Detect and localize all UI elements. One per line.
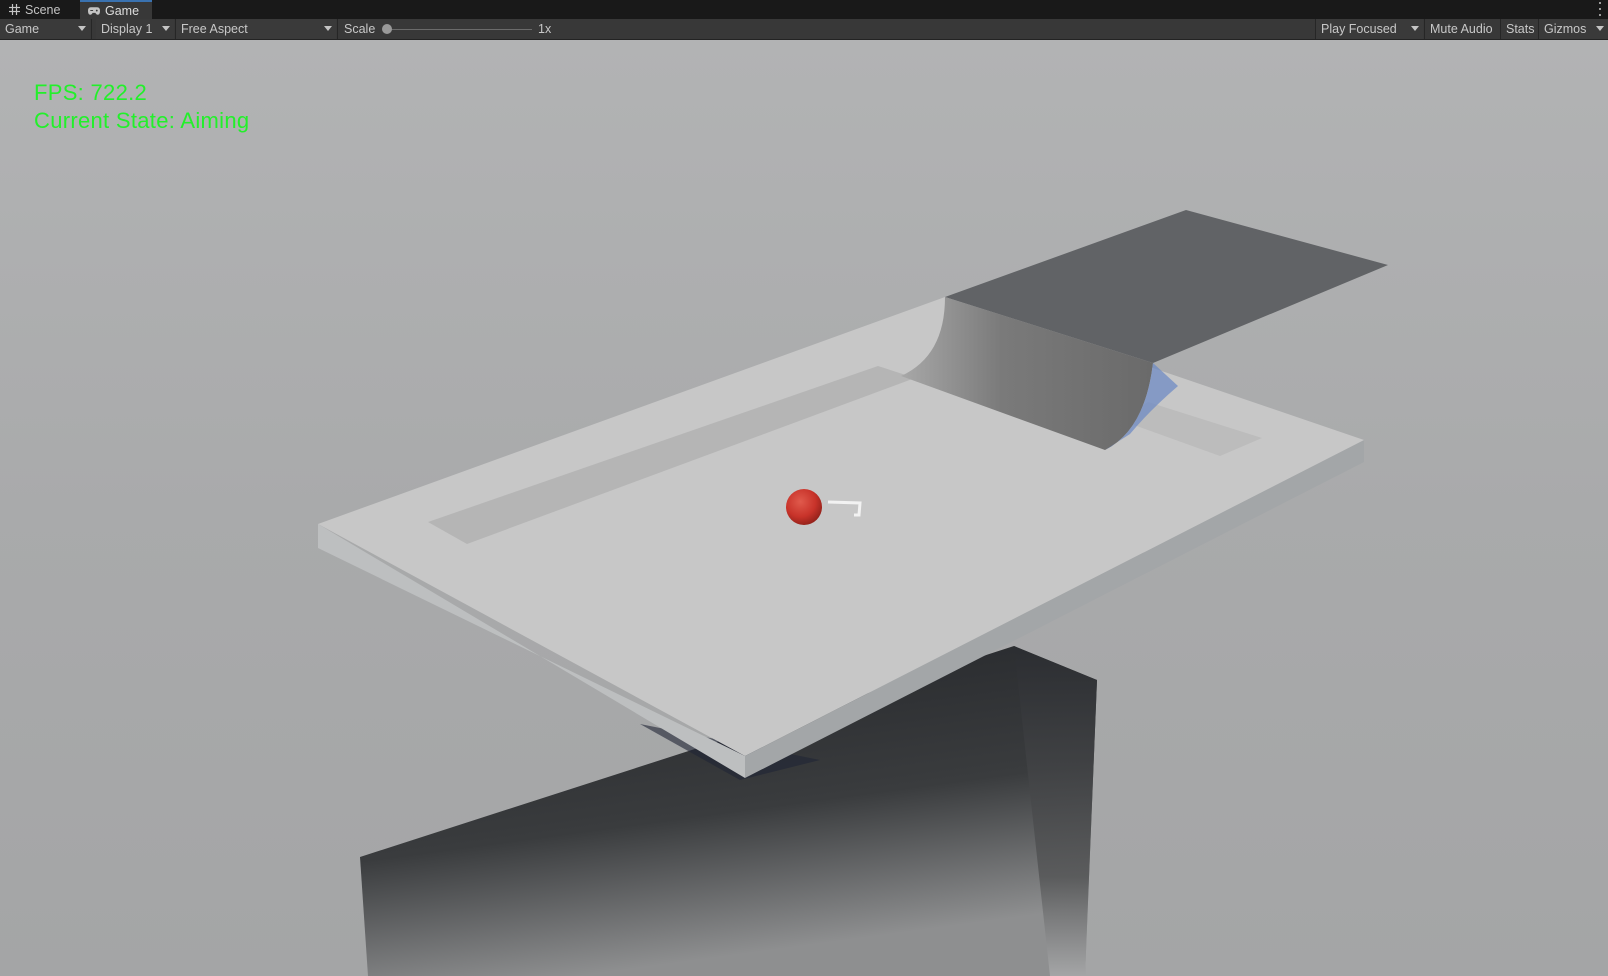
game-view-toolbar: Game Display 1 Free Aspect Scale 1x Play… bbox=[0, 19, 1608, 40]
grid-icon bbox=[8, 4, 20, 16]
display-dropdown[interactable]: Display 1 bbox=[96, 19, 174, 39]
scale-slider-handle[interactable] bbox=[382, 24, 392, 34]
mute-audio-label: Mute Audio bbox=[1430, 22, 1493, 36]
tab-game-label: Game bbox=[105, 3, 140, 18]
tab-game[interactable]: Game bbox=[80, 0, 152, 19]
scale-value: 1x bbox=[533, 19, 563, 39]
tab-scene[interactable]: Scene bbox=[0, 0, 80, 19]
scale-label-text: Scale bbox=[344, 22, 376, 36]
chevron-down-icon bbox=[162, 26, 170, 31]
stats-label: Stats bbox=[1506, 22, 1535, 36]
aspect-dropdown[interactable]: Free Aspect bbox=[176, 19, 336, 39]
chevron-down-icon bbox=[324, 26, 332, 31]
view-mode-label: Game bbox=[5, 22, 40, 36]
chevron-down-icon bbox=[78, 26, 86, 31]
chevron-down-icon bbox=[1596, 26, 1604, 31]
current-state-label: Current State: Aiming bbox=[34, 108, 250, 133]
stats-button[interactable]: Stats bbox=[1501, 19, 1539, 39]
gamepad-icon bbox=[88, 5, 100, 17]
chevron-down-icon bbox=[1411, 26, 1419, 31]
mute-audio-button[interactable]: Mute Audio bbox=[1425, 19, 1501, 39]
aspect-label: Free Aspect bbox=[181, 22, 248, 36]
game-viewport[interactable]: FPS: 722.2 Current State: Aiming bbox=[0, 40, 1608, 976]
play-mode-label: Play Focused bbox=[1321, 22, 1397, 36]
scale-slider-track[interactable] bbox=[386, 29, 532, 30]
display-label: Display 1 bbox=[101, 22, 153, 36]
play-mode-dropdown[interactable]: Play Focused bbox=[1316, 19, 1423, 39]
scale-value-text: 1x bbox=[538, 22, 552, 36]
scale-label: Scale bbox=[339, 19, 381, 39]
gizmos-label: Gizmos bbox=[1544, 22, 1587, 36]
more-options-icon[interactable] bbox=[1598, 2, 1602, 16]
gizmos-dropdown[interactable]: Gizmos bbox=[1539, 19, 1608, 39]
view-mode-dropdown[interactable]: Game bbox=[0, 19, 90, 39]
tab-scene-label: Scene bbox=[25, 2, 61, 17]
window-tab-bar: Scene Game bbox=[0, 0, 1608, 19]
toolbar-divider bbox=[91, 19, 92, 39]
red-ball bbox=[786, 489, 822, 525]
game-scene bbox=[0, 40, 1608, 976]
fps-counter: FPS: 722.2 bbox=[34, 80, 148, 105]
toolbar-divider bbox=[337, 19, 338, 39]
